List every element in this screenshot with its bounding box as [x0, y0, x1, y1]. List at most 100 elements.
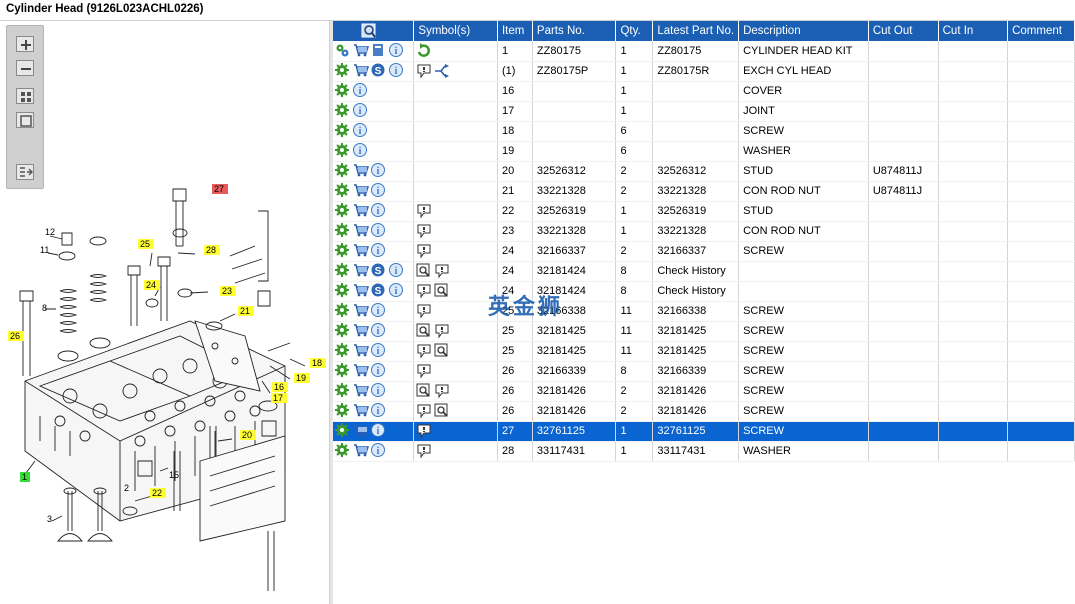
- callout-3[interactable]: 3: [47, 514, 52, 524]
- note-icon[interactable]: [416, 423, 432, 439]
- table-row[interactable]: Si (1) ZZ80175P 1 ZZ80175R EXCH CYL HEAD: [333, 61, 1075, 82]
- callout-20[interactable]: 20: [240, 430, 256, 440]
- table-row[interactable]: i 25 32181425 11 32181425 SCREW: [333, 341, 1075, 362]
- note-icon[interactable]: [434, 383, 450, 399]
- table-row[interactable]: i 17 1 JOINT: [333, 101, 1075, 122]
- info-icon[interactable]: i: [371, 383, 387, 399]
- gear-icon[interactable]: [335, 423, 351, 439]
- gear-icon[interactable]: [335, 143, 351, 159]
- gear-icon[interactable]: [335, 183, 351, 199]
- branch-arrow-icon[interactable]: [434, 63, 452, 79]
- callout-15[interactable]: 15: [169, 470, 179, 480]
- column-header-actions[interactable]: [333, 21, 415, 41]
- callout-23[interactable]: 23: [220, 286, 236, 296]
- note-icon[interactable]: [416, 343, 432, 359]
- table-row[interactable]: i 26 32181426 2 32181426 SCREW: [333, 381, 1075, 402]
- table-row[interactable]: i 27 32761125 1 32761125 SCREW: [333, 421, 1075, 442]
- info-icon[interactable]: i: [371, 243, 387, 259]
- table-row[interactable]: Si 24 32181424 8 Check History: [333, 281, 1075, 302]
- book-icon[interactable]: [371, 43, 387, 59]
- cart-icon[interactable]: [353, 263, 369, 279]
- info-icon[interactable]: i: [371, 423, 387, 439]
- search-note-icon[interactable]: [416, 383, 432, 399]
- zoom-in-button[interactable]: [16, 36, 34, 52]
- note-icon[interactable]: [416, 403, 432, 419]
- table-row[interactable]: i 26 32181426 2 32181426 SCREW: [333, 401, 1075, 422]
- note-icon[interactable]: [416, 363, 432, 379]
- search-note-icon[interactable]: [434, 283, 450, 299]
- table-row[interactable]: i 25 32181425 11 32181425 SCREW: [333, 321, 1075, 342]
- callout-17[interactable]: 17: [271, 393, 287, 403]
- info-icon[interactable]: i: [371, 443, 387, 459]
- search-note-icon[interactable]: [434, 403, 450, 419]
- search-note-icon[interactable]: [416, 263, 432, 279]
- s-icon[interactable]: S: [371, 283, 387, 299]
- cart-icon[interactable]: [353, 223, 369, 239]
- zoom-out-button[interactable]: [16, 60, 34, 76]
- note-icon[interactable]: [416, 243, 432, 259]
- callout-28[interactable]: 28: [204, 245, 220, 255]
- callout-22[interactable]: 22: [150, 488, 166, 498]
- gear-icon[interactable]: [335, 403, 351, 419]
- callout-11[interactable]: 11: [40, 245, 49, 255]
- note-icon[interactable]: [416, 443, 432, 459]
- column-header-cut-out[interactable]: Cut Out: [868, 21, 939, 41]
- gear-icon[interactable]: [335, 323, 351, 339]
- table-row[interactable]: i 23 33221328 1 33221328 CON ROD NUT: [333, 221, 1075, 242]
- gear-kit-icon[interactable]: [335, 43, 351, 59]
- callout-25[interactable]: 25: [138, 239, 154, 249]
- info-icon[interactable]: i: [353, 143, 369, 159]
- column-header-latest-part-no[interactable]: Latest Part No.: [652, 21, 740, 41]
- cart-icon[interactable]: [353, 343, 369, 359]
- cart-icon[interactable]: [353, 283, 369, 299]
- gear-icon[interactable]: [335, 263, 351, 279]
- info-icon[interactable]: i: [371, 183, 387, 199]
- table-row[interactable]: i 26 32166339 8 32166339 SCREW: [333, 361, 1075, 382]
- info-icon[interactable]: i: [389, 42, 405, 59]
- table-row[interactable]: i 20 32526312 2 32526312 STUD U874811J: [333, 161, 1075, 182]
- cart-icon[interactable]: [353, 303, 369, 319]
- column-header-cut-in[interactable]: Cut In: [938, 21, 1009, 41]
- info-icon[interactable]: i: [389, 283, 405, 299]
- callout-8[interactable]: 8: [42, 303, 47, 313]
- callout-18[interactable]: 18: [310, 358, 326, 368]
- gear-icon[interactable]: [335, 103, 351, 119]
- callout-1[interactable]: 1: [20, 472, 30, 482]
- info-icon[interactable]: i: [353, 83, 369, 99]
- callout-27[interactable]: 27: [212, 184, 228, 194]
- gear-icon[interactable]: [335, 303, 351, 319]
- gear-icon[interactable]: [335, 383, 351, 399]
- info-icon[interactable]: i: [371, 403, 387, 419]
- column-header-symbols[interactable]: Symbol(s): [413, 21, 498, 41]
- search-note-icon[interactable]: [434, 343, 450, 359]
- info-icon[interactable]: i: [389, 63, 405, 79]
- gear-icon[interactable]: [335, 363, 351, 379]
- callout-24[interactable]: 24: [144, 280, 160, 290]
- info-icon[interactable]: i: [371, 323, 387, 339]
- table-row[interactable]: i 21 33221328 2 33221328 CON ROD NUT U874811J: [333, 181, 1075, 202]
- cart-icon[interactable]: [353, 383, 369, 399]
- info-icon[interactable]: i: [353, 123, 369, 139]
- gear-icon[interactable]: [335, 83, 351, 99]
- cart-icon[interactable]: [353, 183, 369, 199]
- note-icon[interactable]: [416, 63, 432, 79]
- fit-all-button[interactable]: [16, 88, 34, 104]
- table-row[interactable]: i 24 32166337 2 32166337 SCREW: [333, 241, 1075, 262]
- info-icon[interactable]: i: [371, 343, 387, 359]
- gear-icon[interactable]: [335, 163, 351, 179]
- s-icon[interactable]: S: [371, 63, 387, 79]
- info-icon[interactable]: i: [371, 163, 387, 179]
- s-icon[interactable]: S: [371, 263, 387, 279]
- diagram-pane[interactable]: 27 12 11 25 28 24 23 8 21 26 18 19 16 17 20 15 2 22 3 1: [0, 21, 329, 604]
- callout-19[interactable]: 19: [294, 373, 310, 383]
- callout-21[interactable]: 21: [238, 306, 254, 316]
- cart-icon[interactable]: [353, 363, 369, 379]
- cart-icon[interactable]: [353, 203, 369, 219]
- info-icon[interactable]: i: [353, 103, 369, 119]
- gear-icon[interactable]: [335, 343, 351, 359]
- table-row[interactable]: i 19 6 WASHER: [333, 141, 1075, 162]
- refresh-arrow-icon[interactable]: [416, 42, 432, 59]
- note-icon[interactable]: [434, 263, 450, 279]
- callout-2[interactable]: 2: [124, 483, 129, 493]
- gear-icon[interactable]: [335, 443, 351, 459]
